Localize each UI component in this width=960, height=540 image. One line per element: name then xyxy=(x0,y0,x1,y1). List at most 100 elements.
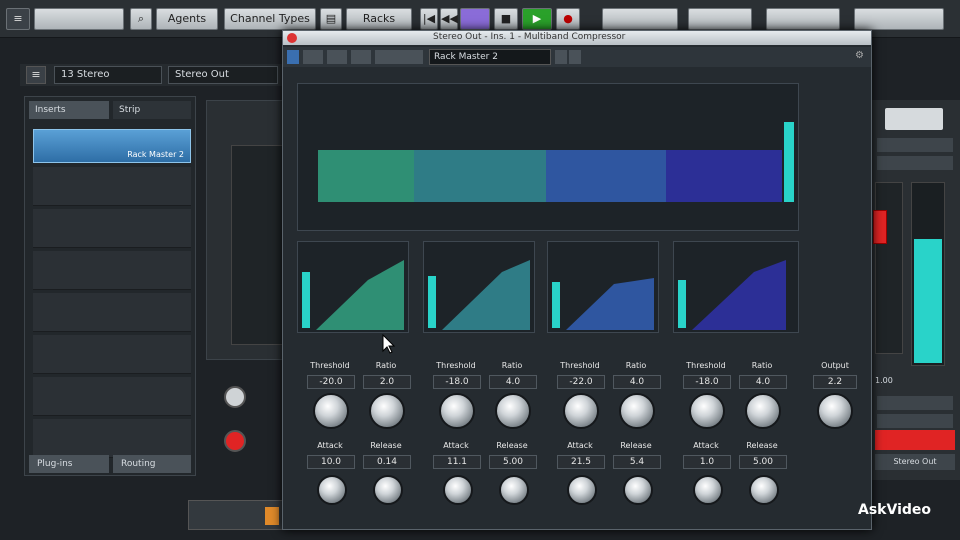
racks-icon[interactable]: ▤ xyxy=(320,8,342,30)
band-1-curve xyxy=(316,260,404,330)
band-3-ratio-knob[interactable] xyxy=(619,393,655,429)
band-4-attack-value[interactable]: 1.0 xyxy=(683,455,731,469)
output-knob[interactable] xyxy=(817,393,853,429)
strip-button-1[interactable] xyxy=(877,138,953,152)
rewind-icon[interactable]: ◀◀ xyxy=(440,8,458,30)
band-4-threshold-value[interactable]: -18.0 xyxy=(683,375,731,389)
strip-record-bar[interactable] xyxy=(875,430,955,450)
band-4-threshold-knob[interactable] xyxy=(689,393,725,429)
play-icon[interactable]: ▶ xyxy=(522,8,552,30)
band-1-controls: Threshold Ratio -20.0 2.0 Attack Release… xyxy=(305,361,417,521)
track-color-swatch xyxy=(265,507,279,525)
channel-output[interactable]: Stereo Out xyxy=(168,66,278,84)
band-2-release-knob[interactable] xyxy=(499,475,529,505)
band-1-ratio-knob[interactable] xyxy=(369,393,405,429)
insert-slot-7[interactable] xyxy=(33,377,191,416)
band-1-attack-value[interactable]: 10.0 xyxy=(307,455,355,469)
channel-types-button[interactable]: Channel Types xyxy=(224,8,316,30)
insert-slot-selected[interactable]: Rack Master 2 xyxy=(33,129,191,163)
preset-field[interactable]: Rack Master 2 xyxy=(429,49,551,65)
plugin-power-icon[interactable] xyxy=(287,50,299,64)
band-4-attack-knob[interactable] xyxy=(693,475,723,505)
close-icon[interactable] xyxy=(287,33,297,43)
monitor-button[interactable] xyxy=(224,386,246,408)
tab-plugins[interactable]: Plug-ins xyxy=(29,455,109,473)
racks-button[interactable]: Racks xyxy=(346,8,412,30)
insert-slot-2[interactable] xyxy=(33,167,191,206)
channel-selector[interactable]: 13 Stereo xyxy=(54,66,162,84)
record-enable-button[interactable] xyxy=(224,430,246,452)
band-3-attack-value[interactable]: 21.5 xyxy=(557,455,605,469)
band-1-attack-knob[interactable] xyxy=(317,475,347,505)
bottom-track-strip xyxy=(188,500,284,530)
band-1-release-knob[interactable] xyxy=(373,475,403,505)
search-icon[interactable]: ⌕ xyxy=(130,8,152,30)
band-2-release-value[interactable]: 5.00 xyxy=(489,455,537,469)
plugin-title-bar: Stereo Out - Ins. 1 - Multiband Compress… xyxy=(283,31,871,45)
band-3-attack-knob[interactable] xyxy=(567,475,597,505)
band-1-release-value[interactable]: 0.14 xyxy=(363,455,411,469)
band-2-attack-knob[interactable] xyxy=(443,475,473,505)
band-1-ratio-value[interactable]: 2.0 xyxy=(363,375,411,389)
band-2-ratio-knob[interactable] xyxy=(495,393,531,429)
menu-icon[interactable]: ≡ xyxy=(6,8,30,30)
insert-slot-5[interactable] xyxy=(33,293,191,332)
insert-slot-4[interactable] xyxy=(33,251,191,290)
band-3-release-knob[interactable] xyxy=(623,475,653,505)
plugin-read-button[interactable] xyxy=(327,50,347,64)
band-4-region[interactable] xyxy=(666,150,782,202)
insert-slot-3[interactable] xyxy=(33,209,191,248)
band-1-attack-label: Attack xyxy=(317,441,343,450)
band-2-curve xyxy=(442,260,530,330)
band-4-ratio-knob[interactable] xyxy=(745,393,781,429)
band-2-ratio-value[interactable]: 4.0 xyxy=(489,375,537,389)
toolbar-field-1[interactable] xyxy=(34,8,124,30)
channel-menu-icon[interactable]: ≡ xyxy=(26,66,46,84)
band-4-release-knob[interactable] xyxy=(749,475,779,505)
plugin-bypass-button[interactable] xyxy=(303,50,323,64)
strip-button-2[interactable] xyxy=(877,156,953,170)
band-3-threshold-value[interactable]: -22.0 xyxy=(557,375,605,389)
band-4-ratio-value[interactable]: 4.0 xyxy=(739,375,787,389)
watermark-logo: AskVideo xyxy=(858,502,932,518)
strip-button-4[interactable] xyxy=(877,414,953,428)
band-1-region[interactable] xyxy=(318,150,414,202)
band-4-curve xyxy=(692,260,786,330)
toolbar-display-4 xyxy=(854,8,944,30)
cycle-button[interactable] xyxy=(460,8,490,30)
band-1-threshold-knob[interactable] xyxy=(313,393,349,429)
band-4-attack-label: Attack xyxy=(693,441,719,450)
strip-button-3[interactable] xyxy=(877,396,953,410)
band-2-threshold-knob[interactable] xyxy=(439,393,475,429)
stop-icon[interactable]: ■ xyxy=(494,8,518,30)
eq-curve-display xyxy=(231,145,287,345)
band-2-threshold-value[interactable]: -18.0 xyxy=(433,375,481,389)
plugin-settings-icon[interactable]: ⚙ xyxy=(855,50,867,64)
fader-handle[interactable] xyxy=(873,210,887,244)
strip-output-label[interactable]: Stereo Out xyxy=(875,454,955,470)
tab-strip[interactable]: Strip xyxy=(113,101,191,119)
plugin-compare-button[interactable] xyxy=(375,50,423,64)
band-3-curve xyxy=(566,278,654,330)
band-3-region[interactable] xyxy=(546,150,666,202)
band-3-ratio-value[interactable]: 4.0 xyxy=(613,375,661,389)
tab-inserts[interactable]: Inserts xyxy=(29,101,109,119)
output-value[interactable]: 2.2 xyxy=(813,375,857,389)
band-3-release-value[interactable]: 5.4 xyxy=(613,455,661,469)
preset-save-icon[interactable] xyxy=(569,50,581,64)
plugin-write-button[interactable] xyxy=(351,50,371,64)
band-2-attack-value[interactable]: 11.1 xyxy=(433,455,481,469)
insert-slot-8[interactable] xyxy=(33,419,191,458)
band-2-region[interactable] xyxy=(414,150,546,202)
insert-slot-6[interactable] xyxy=(33,335,191,374)
tab-routing[interactable]: Routing xyxy=(113,455,191,473)
pan-control[interactable] xyxy=(885,108,943,130)
band-1-threshold-value[interactable]: -20.0 xyxy=(307,375,355,389)
channel-header: ≡ 13 Stereo Stereo Out xyxy=(20,64,282,86)
go-to-start-icon[interactable]: |◀ xyxy=(420,8,438,30)
band-3-threshold-knob[interactable] xyxy=(563,393,599,429)
band-4-release-value[interactable]: 5.00 xyxy=(739,455,787,469)
record-icon[interactable]: ● xyxy=(556,8,580,30)
preset-load-icon[interactable] xyxy=(555,50,567,64)
agents-button[interactable]: Agents xyxy=(156,8,218,30)
